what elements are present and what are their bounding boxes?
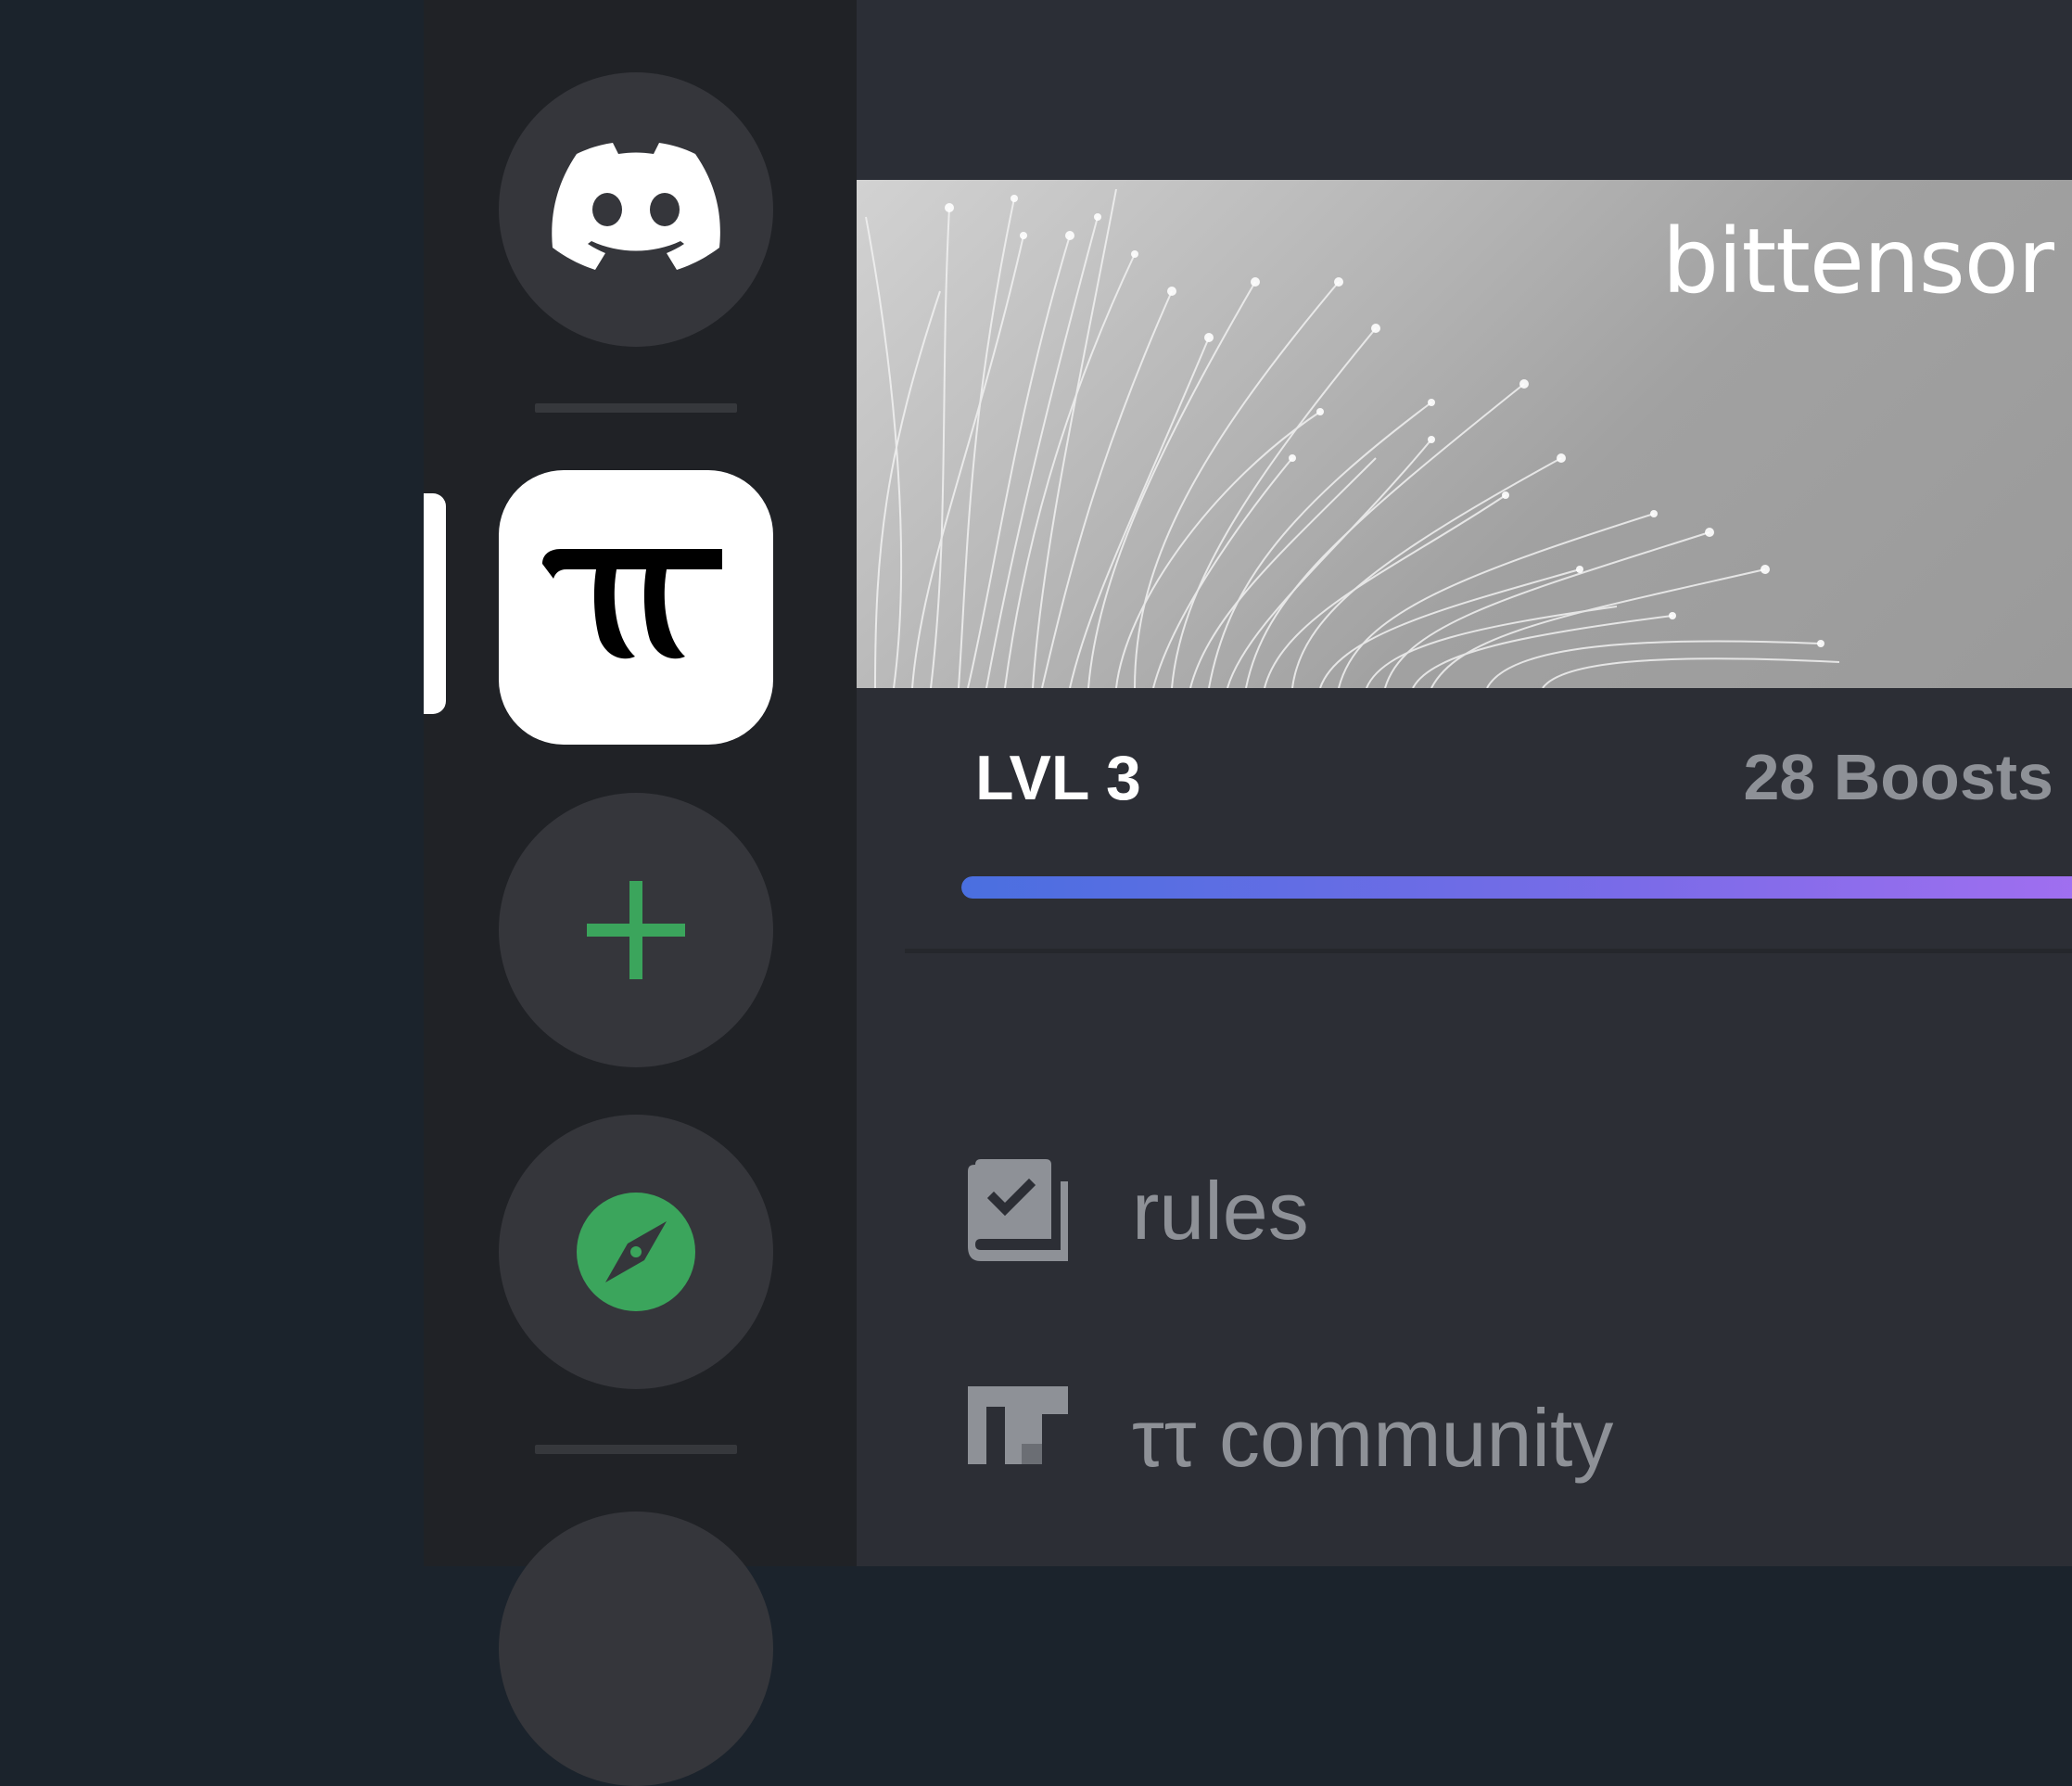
channel-sidebar: bittensor LVL 3 28 Boosts rules ττ commu… [857, 0, 2072, 1566]
left-pane [0, 0, 424, 1566]
boost-level-label: LVL 3 [975, 743, 1141, 813]
server-header[interactable] [857, 0, 2072, 180]
boost-progress-fill [961, 876, 2072, 899]
active-server-indicator [424, 493, 446, 714]
rail-separator [535, 1445, 737, 1454]
rail-separator [535, 403, 737, 413]
rules-book-icon [968, 1159, 1068, 1261]
compass-icon [577, 1193, 695, 1311]
section-divider [905, 949, 2072, 953]
direct-messages-button[interactable] [499, 72, 773, 347]
boost-level-row[interactable]: LVL 3 28 Boosts [857, 733, 2072, 825]
boost-count: 28 Boosts [1743, 741, 2053, 813]
channel-name: ττ community [1132, 1392, 1614, 1484]
bittensor-tau-icon [542, 549, 722, 659]
channel-name: rules [1132, 1165, 1309, 1257]
add-server-button[interactable] [499, 793, 773, 1067]
server-button-partial[interactable] [499, 1512, 773, 1786]
bittensor-server-button[interactable] [499, 470, 773, 745]
plus-icon [587, 881, 685, 979]
channel-item-community[interactable]: ττ community [857, 1386, 2072, 1498]
explore-servers-button[interactable] [499, 1115, 773, 1389]
community-tau-icon [968, 1386, 1068, 1464]
boost-progress-bar[interactable] [961, 876, 2072, 899]
discord-logo-icon [552, 143, 720, 270]
channel-item-rules[interactable]: rules [857, 1159, 2072, 1270]
banner-brand-text: bittensor [1661, 210, 2054, 313]
server-banner: bittensor [857, 180, 2072, 688]
